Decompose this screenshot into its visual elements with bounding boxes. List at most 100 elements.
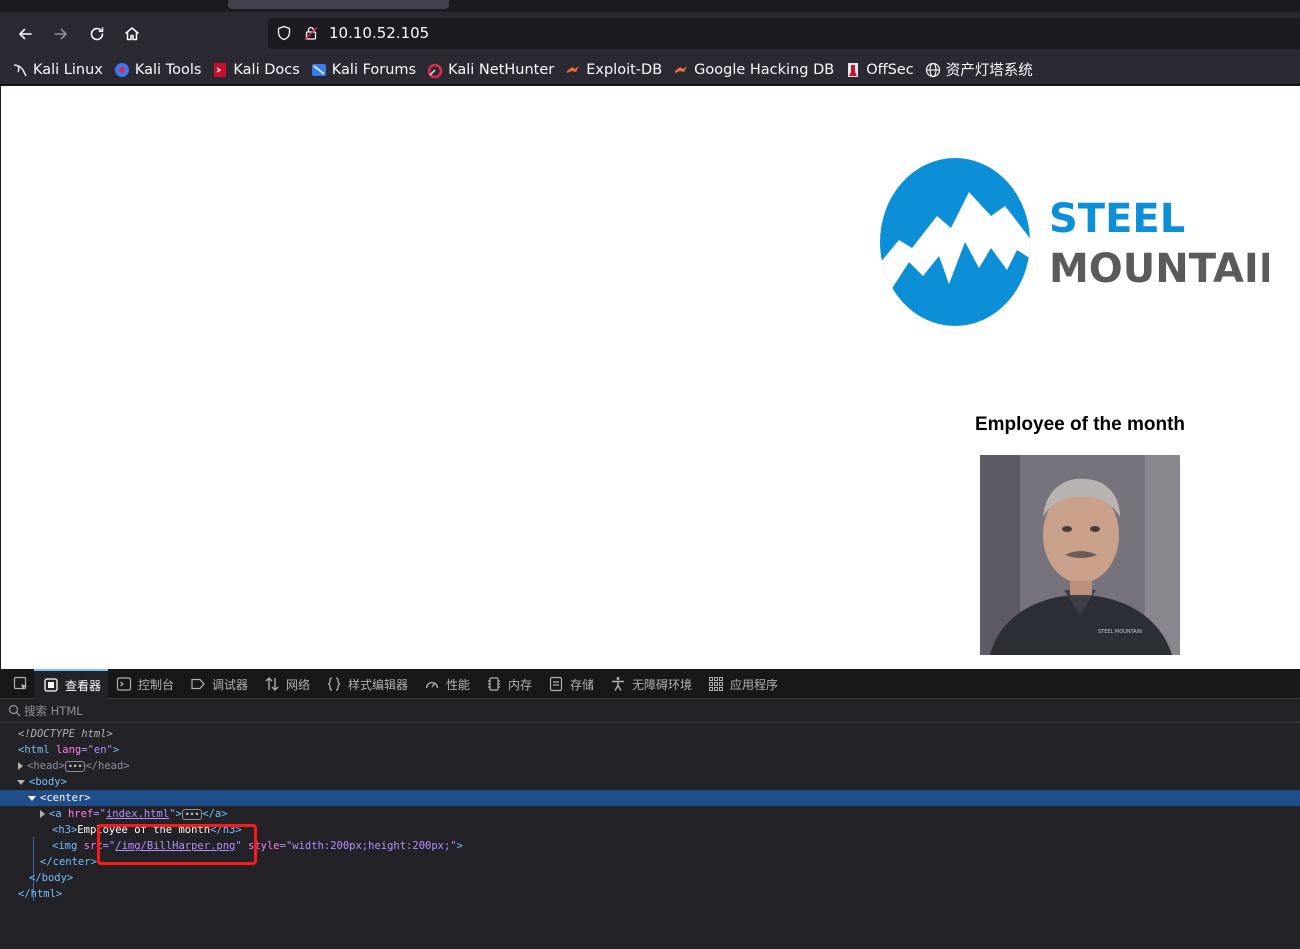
kali-docs-icon — [214, 62, 227, 77]
tab-label: 内存 — [508, 677, 533, 692]
tab-label: 样式编辑器 — [348, 677, 409, 692]
url-text[interactable]: 10.10.52.105 — [329, 24, 429, 42]
doctype-text: <!DOCTYPE html> — [18, 728, 113, 740]
performance-icon — [425, 681, 439, 689]
navigation-bar: 10.10.52.105 — [0, 12, 1300, 55]
forward-arrow-icon — [54, 28, 67, 40]
application-icon — [709, 677, 723, 691]
img-open-tag: <img — [52, 840, 78, 852]
bookmark-label: Exploit-DB — [586, 61, 663, 78]
steel-mountain-logo-link[interactable]: STEEL MOUNTAIN — [879, 158, 1292, 328]
devtools-panel: 查看器 控制台 调试器 网络 样式编辑器 性能 内存 存储 无障碍环境 应用程序… — [0, 669, 1300, 949]
collapse-center-icon[interactable] — [28, 795, 36, 801]
insecure-lock-icon[interactable] — [303, 25, 319, 41]
center-close-tag: </center> — [40, 856, 97, 868]
tree-node-center-selected[interactable]: <center> — [0, 790, 1300, 806]
back-button[interactable] — [11, 20, 39, 48]
tracking-shield-icon[interactable] — [276, 25, 292, 41]
a-close-tag: </a> — [202, 808, 228, 820]
tab-style-editor[interactable]: 样式编辑器 — [326, 669, 408, 699]
bookmark-kali-nethunter[interactable]: Kali NetHunter — [427, 62, 554, 78]
bookmarks-toolbar: Kali Linux Kali Tools Kali Docs Kali For… — [0, 55, 1300, 85]
bookmark-asset-lighthouse[interactable]: 资产灯塔系统 — [925, 59, 1033, 80]
tree-node-head[interactable]: <head> ••• </head> — [0, 758, 1300, 774]
tab-memory[interactable]: 内存 — [486, 669, 532, 699]
href-attr: href — [67, 808, 94, 820]
kali-tools-icon — [114, 62, 129, 77]
bookmark-google-hacking-db[interactable]: Google Hacking DB — [673, 62, 834, 78]
href-link[interactable]: index.html — [106, 808, 169, 820]
steel-mountain-logo-icon: STEEL MOUNTAIN — [880, 158, 1292, 326]
expand-head-icon[interactable] — [18, 762, 23, 770]
forward-button[interactable] — [47, 20, 75, 48]
bookmark-label: Kali Tools — [134, 61, 202, 78]
head-close-tag: </head> — [85, 760, 130, 772]
tab-network[interactable]: 网络 — [264, 669, 310, 699]
bookmark-kali-docs[interactable]: Kali Docs — [212, 61, 300, 78]
home-button[interactable] — [118, 20, 146, 48]
storage-icon — [549, 676, 563, 692]
collapse-body-icon[interactable] — [17, 779, 25, 785]
tab-performance[interactable]: 性能 — [424, 669, 470, 699]
bookmark-kali-forums[interactable]: Kali Forums — [311, 62, 416, 78]
a-open-tag: <a — [49, 808, 62, 820]
bookmark-label: Kali Docs — [233, 61, 300, 78]
tab-label: 网络 — [286, 677, 311, 692]
bookmark-label: Kali NetHunter — [448, 61, 555, 78]
html-search-bar[interactable]: 搜索 HTML — [0, 699, 1300, 723]
tree-node-html[interactable]: <html lang="en"> — [0, 742, 1300, 758]
tab-strip — [0, 0, 1300, 12]
tab-console[interactable]: 控制台 — [116, 669, 174, 699]
bookmark-label: Kali Forums — [331, 61, 417, 78]
memory-icon — [488, 677, 500, 691]
element-picker-button[interactable] — [8, 669, 34, 699]
logo-mountain-text: MOUNTAIN — [1049, 246, 1269, 292]
nethunter-icon — [427, 63, 443, 78]
logo-steel-text: STEEL — [1049, 196, 1185, 242]
reload-icon — [90, 27, 104, 41]
network-icon — [265, 677, 279, 691]
style-editor-icon — [327, 677, 341, 691]
tab-debugger[interactable]: 调试器 — [190, 669, 248, 699]
inspector-icon — [44, 678, 58, 692]
style-value: "width:200px;height:200px;" — [285, 840, 457, 852]
tab-storage[interactable]: 存储 — [548, 669, 594, 699]
center-open-tag: <center — [40, 792, 85, 804]
tab-label: 查看器 — [65, 678, 102, 693]
expand-anchor-icon[interactable] — [40, 810, 45, 818]
tree-node-doctype[interactable]: <!DOCTYPE html> — [0, 726, 1300, 742]
offsec-icon — [848, 62, 859, 77]
reload-button[interactable] — [83, 20, 111, 48]
tab-accessibility[interactable]: 无障碍环境 — [610, 669, 692, 699]
bookmark-offsec[interactable]: OffSec — [845, 62, 914, 78]
tree-node-body-close[interactable]: </body> — [0, 870, 1300, 886]
shirt-logo-text: STEEL MOUNTAIN — [1098, 629, 1142, 635]
element-picker-icon — [13, 676, 27, 690]
bookmark-kali-linux[interactable]: Kali Linux — [12, 62, 103, 78]
tab-application[interactable]: 应用程序 — [708, 669, 778, 699]
active-tab[interactable] — [228, 0, 449, 9]
html-open-tag: <html — [18, 744, 50, 756]
tab-label: 调试器 — [212, 677, 249, 692]
h3-open-tag: <h3 — [52, 824, 71, 836]
employee-heading: Employee of the month — [974, 414, 1186, 435]
collapsed-ellipsis-icon[interactable]: ••• — [181, 808, 203, 820]
red-highlight-annotation — [97, 824, 257, 865]
html-close-tag: </html> — [18, 888, 63, 900]
ghdb-icon — [675, 65, 688, 73]
bookmark-kali-tools[interactable]: Kali Tools — [114, 61, 202, 78]
bookmark-exploit-db[interactable]: Exploit-DB — [565, 62, 662, 78]
tab-label: 无障碍环境 — [632, 677, 693, 692]
tree-node-body[interactable]: <body> — [0, 774, 1300, 790]
employee-portrait-icon: STEEL MOUNTAIN — [980, 455, 1180, 655]
collapsed-ellipsis-icon[interactable]: ••• — [64, 760, 86, 772]
devtools-toolbar: 查看器 控制台 调试器 网络 样式编辑器 性能 内存 存储 无障碍环境 应用程序 — [0, 669, 1300, 699]
lang-attr: lang — [55, 744, 82, 756]
tab-inspector[interactable]: 查看器 — [34, 669, 108, 699]
tree-node-anchor[interactable]: <a href="index.html"> ••• </a> — [0, 806, 1300, 822]
tab-label: 性能 — [446, 677, 471, 692]
tab-label: 应用程序 — [730, 677, 779, 692]
tree-node-html-close[interactable]: </html> — [0, 886, 1300, 902]
url-bar[interactable]: 10.10.52.105 — [268, 18, 1300, 49]
body-open-tag: <body — [29, 776, 61, 788]
